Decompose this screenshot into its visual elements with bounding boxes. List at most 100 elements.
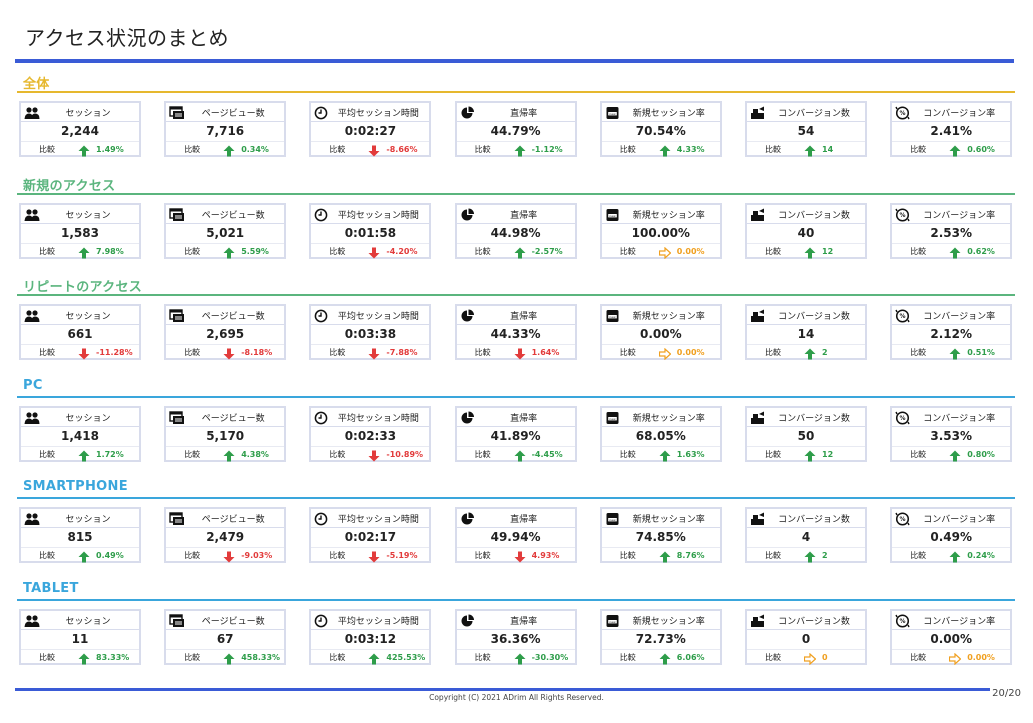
metric-value: 68.05% xyxy=(635,428,686,443)
section-divider xyxy=(17,599,1015,601)
conversion-icon xyxy=(750,308,766,323)
metric-card: new 新規セッション率 0.00% 比較 0.00% xyxy=(599,304,722,361)
metric-value: 661 xyxy=(67,327,93,342)
arrow-up-icon xyxy=(949,142,961,157)
compare-label: 比較 xyxy=(184,449,201,459)
metric-card: % コンバージョン率 3.53% 比較 0.80% xyxy=(890,405,1013,462)
metric-value: 44.98% xyxy=(490,225,541,240)
section-title: PC xyxy=(23,377,43,393)
compare-label: 比較 xyxy=(910,551,927,561)
metric-card: ページビュー数 2,695 比較 -8.18% xyxy=(164,304,287,361)
compare-label: 比較 xyxy=(765,449,781,459)
new-session-icon: new xyxy=(605,105,621,119)
metric-value: 49.94% xyxy=(490,530,541,545)
metric-label: ページビュー数 xyxy=(201,617,265,627)
section-title: リピートのアクセス xyxy=(23,280,143,296)
clock-icon xyxy=(314,410,330,425)
metric-value: 3.53% xyxy=(930,428,972,443)
metric-label: コンバージョン率 xyxy=(923,515,996,526)
metric-card: コンバージョン数 0 比較 0 xyxy=(745,609,867,666)
metric-value: 100.00% xyxy=(631,225,690,240)
metric-value: 0 xyxy=(801,632,811,646)
metric-card: 平均セッション時間 0:03:38 比較 -7.88% xyxy=(309,304,432,361)
metric-card: new 新規セッション率 68.05% 比較 1.63% xyxy=(599,405,722,462)
metric-label: コンバージョン率 xyxy=(923,617,996,627)
clock-icon xyxy=(314,207,330,221)
compare-label: 比較 xyxy=(910,449,927,459)
title-divider xyxy=(15,59,1014,63)
metric-label: セッション xyxy=(65,515,111,526)
arrow-right-icon xyxy=(949,650,962,666)
metric-card: 直帰率 41.89% 比較 -4.45% xyxy=(454,405,577,462)
arrow-up-icon xyxy=(514,244,526,259)
metric-diff: 6.06% xyxy=(676,653,705,662)
metric-diff: -4.45% xyxy=(531,449,563,459)
section-divider xyxy=(17,192,1015,195)
compare-label: 比較 xyxy=(765,145,781,154)
section-divider xyxy=(17,294,1015,297)
footer-divider xyxy=(15,688,990,691)
metric-diff: 5.59% xyxy=(241,246,269,256)
metric-value: 44.79% xyxy=(490,124,541,138)
metric-diff: 12 xyxy=(822,449,834,459)
compare-label: 比較 xyxy=(474,246,491,256)
section-divider xyxy=(17,497,1015,500)
percent-icon: % xyxy=(895,511,911,526)
compare-label: 比較 xyxy=(329,653,346,662)
compare-label: 比較 xyxy=(184,348,201,358)
metric-value: 0:02:33 xyxy=(344,428,397,443)
compare-label: 比較 xyxy=(910,145,927,154)
percent-icon: % xyxy=(895,207,911,222)
compare-label: 比較 xyxy=(765,246,781,256)
pageview-icon xyxy=(169,308,185,323)
section-divider xyxy=(17,395,1015,398)
metric-label: 新規セッション率 xyxy=(632,515,705,526)
metric-label: 直帰率 xyxy=(510,413,538,424)
metric-value: 11 xyxy=(71,632,89,646)
pie-icon xyxy=(460,308,476,322)
percent-icon: % xyxy=(895,410,911,425)
metric-diff: -8.66% xyxy=(386,145,418,154)
metric-value: 0:01:58 xyxy=(344,225,397,240)
metric-diff: -1.12% xyxy=(531,145,563,154)
metric-value: 50 xyxy=(797,428,815,443)
section-title: 全体 xyxy=(23,77,50,92)
compare-label: 比較 xyxy=(184,551,201,561)
page-number: 20/20 xyxy=(992,688,1021,699)
clock-icon xyxy=(314,308,330,323)
arrow-up-icon xyxy=(223,650,235,665)
metric-diff: 0.00% xyxy=(676,348,705,358)
metric-diff: 0.00% xyxy=(967,653,995,662)
metric-diff: 0.24% xyxy=(967,551,995,561)
metric-diff: 4.93% xyxy=(531,551,560,561)
metric-label: コンバージョン数 xyxy=(778,312,850,323)
compare-label: 比較 xyxy=(765,551,781,561)
new-session-icon: new xyxy=(605,613,621,627)
metric-label: 直帰率 xyxy=(510,210,538,221)
compare-label: 比較 xyxy=(39,145,55,154)
metric-label: コンバージョン数 xyxy=(778,413,850,424)
metric-value: 67 xyxy=(216,632,234,646)
metric-diff: -30.30% xyxy=(531,653,569,662)
metric-diff: 4.38% xyxy=(241,449,269,459)
metric-value: 4 xyxy=(801,530,811,545)
metric-label: コンバージョン数 xyxy=(778,109,850,119)
compare-label: 比較 xyxy=(39,653,55,662)
svg-text:new: new xyxy=(609,518,616,522)
metric-card: 平均セッション時間 0:03:12 比較 425.53% xyxy=(309,609,432,665)
metric-value: 0:03:38 xyxy=(344,327,397,342)
conversion-icon xyxy=(750,511,766,526)
metric-value: 0.00% xyxy=(930,632,972,646)
metric-label: 新規セッション率 xyxy=(632,312,705,323)
conversion-icon xyxy=(750,105,766,119)
metric-diff: 12 xyxy=(822,246,834,256)
arrow-down-icon xyxy=(368,345,380,360)
metric-card: ページビュー数 7,716 比較 0.34% xyxy=(164,101,287,157)
metric-value: 5,170 xyxy=(206,428,245,443)
metric-label: 平均セッション時間 xyxy=(337,210,419,221)
metric-label: コンバージョン数 xyxy=(778,210,850,221)
metric-value: 1,418 xyxy=(61,428,99,443)
compare-label: 比較 xyxy=(329,449,346,459)
metric-value: 0.49% xyxy=(930,530,972,545)
metric-diff: -9.03% xyxy=(241,551,273,561)
